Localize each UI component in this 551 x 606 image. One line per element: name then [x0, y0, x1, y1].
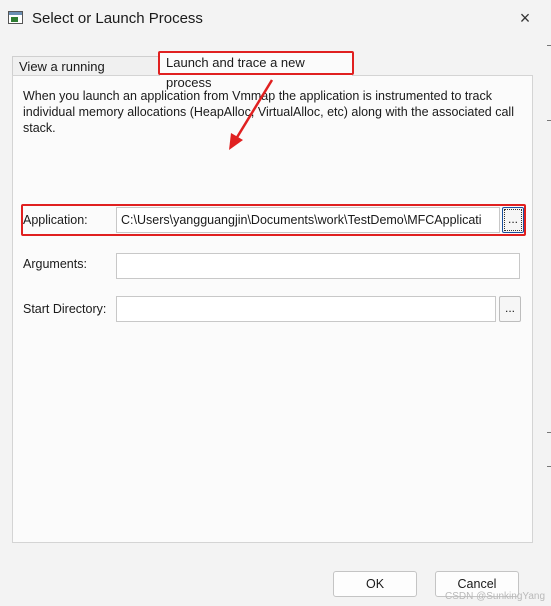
watermark: CSDN @SunkingYang [444, 591, 545, 602]
application-browse-button[interactable]: ... [502, 207, 524, 233]
edge-divider [547, 45, 551, 46]
dialog-body: View a running process Launch and trace … [8, 44, 541, 550]
close-icon[interactable]: × [513, 6, 537, 30]
start-directory-input[interactable] [116, 296, 496, 322]
app-window-icon [8, 11, 23, 24]
edge-divider [547, 466, 551, 467]
tab-view-running-process[interactable]: View a running process [12, 56, 160, 94]
start-directory-browse-button[interactable]: ... [499, 296, 521, 322]
launch-description: When you launch an application from Vmma… [23, 89, 514, 135]
arguments-label: Arguments: [23, 257, 87, 271]
title-bar: Select or Launch Process × [0, 0, 551, 38]
application-label: Application: [23, 213, 88, 227]
launch-panel: When you launch an application from Vmma… [12, 75, 533, 543]
application-input[interactable]: C:\Users\yangguangjin\Documents\work\Tes… [116, 207, 500, 233]
arguments-input[interactable] [116, 253, 520, 279]
tab-launch-new-process[interactable]: Launch and trace a new process [159, 52, 353, 90]
window-title: Select or Launch Process [32, 10, 203, 27]
start-directory-label: Start Directory: [23, 302, 107, 316]
edge-divider [547, 432, 551, 433]
edge-divider [547, 120, 551, 121]
ok-button[interactable]: OK [333, 571, 417, 597]
